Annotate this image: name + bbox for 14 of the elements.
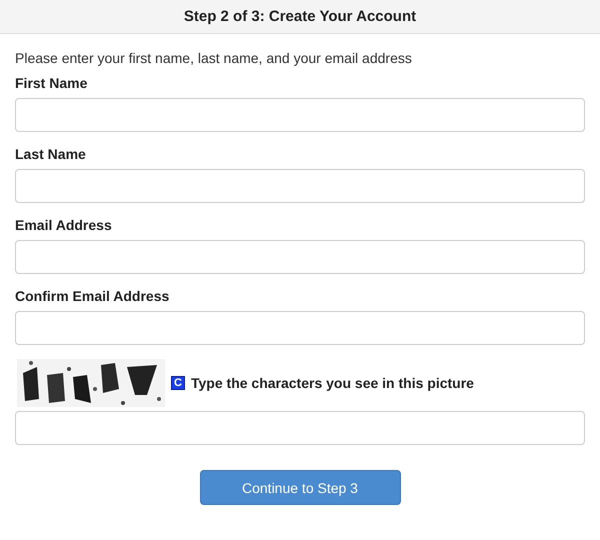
continue-button[interactable]: Continue to Step 3 [200, 470, 400, 505]
input-field[interactable] [15, 98, 585, 132]
input-field[interactable] [15, 311, 585, 345]
page-title: Step 2 of 3: Create Your Account [184, 8, 416, 25]
refresh-icon[interactable]: C [171, 376, 185, 390]
field-label: Confirm Email Address [15, 288, 170, 304]
instructions-text: Please enter your first name, last name, and your email address [15, 50, 412, 66]
field-label: Email Address [15, 217, 112, 233]
input-field[interactable] [15, 240, 585, 274]
input-field[interactable] [15, 411, 585, 445]
field-label: Last Name [15, 146, 86, 162]
input-field[interactable] [15, 169, 585, 203]
field-label: First Name [15, 75, 88, 91]
captcha-instruction: Type the characters you see in this picture [191, 375, 474, 391]
